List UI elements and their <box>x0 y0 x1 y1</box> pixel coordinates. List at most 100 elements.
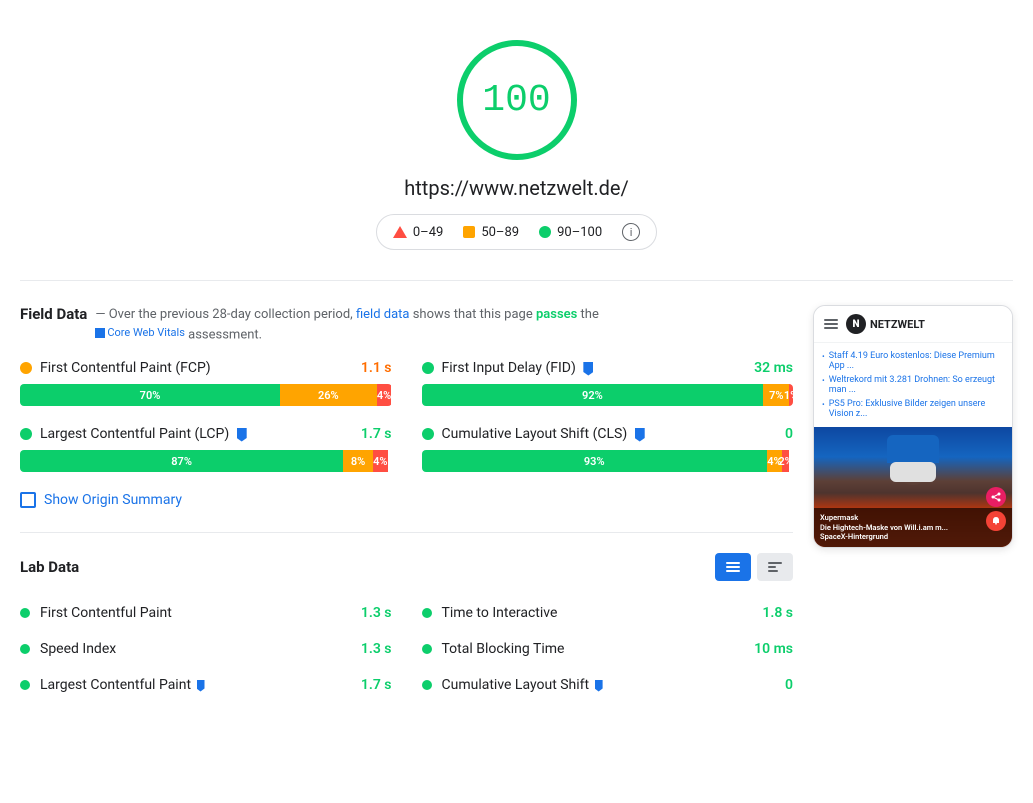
bar-lcp-red: 4% <box>373 450 388 472</box>
lab-dot-fcp <box>20 608 30 618</box>
lab-dot-si <box>20 644 30 654</box>
site-preview: N NETZWELT • Staff 4.19 Euro kostenlos: … <box>813 305 1013 548</box>
field-data-link[interactable]: field data <box>356 307 410 322</box>
bullet-icon-3: • <box>822 400 825 409</box>
field-data-description: — Over the previous 28-day collection pe… <box>95 305 599 344</box>
score-circle: 100 <box>457 40 577 160</box>
page-url: https://www.netzwelt.de/ <box>404 176 629 200</box>
lab-name-cls2: Cumulative Layout Shift <box>442 677 776 693</box>
list-icon <box>768 562 782 572</box>
lab-name-tbt: Total Blocking Time <box>442 641 745 657</box>
preview-person-image: XupermaskDie Hightech-Maske von Will.i.a… <box>814 427 1012 547</box>
grid-icon <box>726 562 740 572</box>
lab-value-fcp: 1.3 s <box>361 605 392 621</box>
lab-dot-tbt <box>422 644 432 654</box>
hat-shape <box>887 435 939 463</box>
news-text-2: Weltrekord mit 3.281 Drohnen: So erzeugt… <box>829 375 1004 395</box>
preview-news-item-3: • PS5 Pro: Exklusive Bilder zeigen unser… <box>822 397 1004 421</box>
flag-fid <box>583 362 593 376</box>
bullet-icon-1: • <box>822 352 825 361</box>
metric-dot-cls <box>422 428 434 440</box>
legend-item-red: 0–49 <box>393 225 443 240</box>
flag-lab-lcp <box>197 680 205 692</box>
lab-name-tti: Time to Interactive <box>442 605 753 621</box>
site-logo: N NETZWELT <box>846 314 925 334</box>
preview-news-item-1: • Staff 4.19 Euro kostenlos: Diese Premi… <box>822 349 1004 373</box>
legend-item-green: 90–100 <box>539 225 602 240</box>
metric-dot-fid <box>422 362 434 374</box>
metric-name-lcp: Largest Contentful Paint (LCP) <box>40 426 353 442</box>
progress-bar-fcp: 70% 26% 4% <box>20 384 392 406</box>
flag-lcp <box>237 428 247 442</box>
lab-data-section: Lab Data <box>20 532 793 697</box>
legend-label-green: 90–100 <box>557 225 602 240</box>
metric-cls: Cumulative Layout Shift (CLS) 0 93% 4% 2… <box>422 426 794 472</box>
metric-value-fcp: 1.1 s <box>361 360 392 376</box>
score-legend: 0–49 50–89 90–100 i <box>376 214 657 250</box>
origin-summary-checkbox[interactable] <box>20 492 36 508</box>
lab-dot-tti <box>422 608 432 618</box>
bar-fid-red: 1% <box>789 384 793 406</box>
score-value: 100 <box>482 79 550 122</box>
lab-value-lcp2: 1.7 s <box>361 677 392 693</box>
lab-value-si: 1.3 s <box>361 641 392 657</box>
preview-news-list: • Staff 4.19 Euro kostenlos: Diese Premi… <box>814 343 1012 427</box>
lab-metric-tbt: Total Blocking Time 10 ms <box>422 637 794 661</box>
triangle-icon <box>393 226 407 238</box>
logo-icon: N <box>846 314 866 334</box>
lab-data-header: Lab Data <box>20 553 793 581</box>
bar-fcp-red: 4% <box>377 384 392 406</box>
core-web-vitals-link[interactable]: Core Web Vitals <box>95 325 185 342</box>
left-panel: Field Data — Over the previous 28-day co… <box>20 305 793 697</box>
bar-lcp-orange: 8% <box>343 450 373 472</box>
bar-cls-red: 2% <box>782 450 789 472</box>
image-overlay: XupermaskDie Hightech-Maske von Will.i.a… <box>814 508 1012 547</box>
field-data-header: Field Data — Over the previous 28-day co… <box>20 305 793 344</box>
flag-lab-cls <box>595 680 603 692</box>
share-button[interactable] <box>986 487 1006 507</box>
news-text-1: Staff 4.19 Euro kostenlos: Diese Premium… <box>829 351 1004 371</box>
metric-dot-fcp <box>20 362 32 374</box>
field-data-title: Field Data <box>20 305 87 323</box>
origin-summary-label: Show Origin Summary <box>44 492 182 508</box>
square-icon <box>463 226 475 238</box>
bar-fcp-orange: 26% <box>280 384 377 406</box>
metric-fid: First Input Delay (FID) 32 ms 92% 7% 1% <box>422 360 794 406</box>
bar-fid-green: 92% <box>422 384 764 406</box>
person-background: XupermaskDie Hightech-Maske von Will.i.a… <box>814 427 1012 547</box>
lab-dot-cls2 <box>422 680 432 690</box>
circle-icon <box>539 226 551 238</box>
metric-fcp-header: First Contentful Paint (FCP) 1.1 s <box>20 360 392 376</box>
site-name: NETZWELT <box>870 318 925 331</box>
cwv-icon <box>95 328 105 338</box>
preview-news-item-2: • Weltrekord mit 3.281 Drohnen: So erzeu… <box>822 373 1004 397</box>
lab-metrics-grid: First Contentful Paint 1.3 s Time to Int… <box>20 601 793 697</box>
lab-metric-lcp: Largest Contentful Paint 1.7 s <box>20 673 392 697</box>
legend-item-orange: 50–89 <box>463 225 519 240</box>
legend-label-red: 0–49 <box>413 225 443 240</box>
bar-cls-green: 93% <box>422 450 767 472</box>
passes-text: passes <box>536 307 577 322</box>
lab-value-tbt: 10 ms <box>754 641 793 657</box>
bar-fcp-green: 70% <box>20 384 280 406</box>
news-text-3: PS5 Pro: Exklusive Bilder zeigen unsere … <box>829 399 1004 419</box>
bar-lcp-green: 87% <box>20 450 343 472</box>
info-icon[interactable]: i <box>622 223 640 241</box>
share-icon <box>991 492 1001 502</box>
lab-name-fcp: First Contentful Paint <box>40 605 351 621</box>
menu-line-2 <box>824 323 838 325</box>
metric-dot-lcp <box>20 428 32 440</box>
toggle-list-button[interactable] <box>757 553 793 581</box>
origin-summary-row[interactable]: Show Origin Summary <box>20 492 793 508</box>
metric-value-cls: 0 <box>785 426 793 442</box>
metric-lcp-header: Largest Contentful Paint (LCP) 1.7 s <box>20 426 392 442</box>
lab-metric-si: Speed Index 1.3 s <box>20 637 392 661</box>
toggle-grid-button[interactable] <box>715 553 751 581</box>
flag-cls <box>635 428 645 442</box>
notification-button[interactable] <box>986 511 1006 531</box>
preview-header: N NETZWELT <box>814 306 1012 343</box>
metric-cls-header: Cumulative Layout Shift (CLS) 0 <box>422 426 794 442</box>
logo-letter: N <box>852 319 859 330</box>
metric-name-cls: Cumulative Layout Shift (CLS) <box>442 426 778 442</box>
lab-metric-fcp: First Contentful Paint 1.3 s <box>20 601 392 625</box>
